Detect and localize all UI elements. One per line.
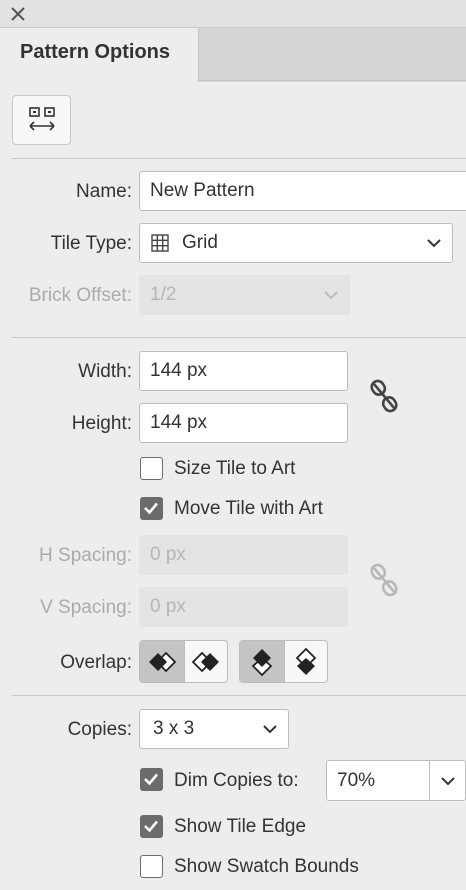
copies-value: 3 x 3 — [153, 718, 195, 739]
dim-copies-dropdown-button[interactable] — [429, 760, 466, 801]
dim-copies-value: 70% — [337, 769, 376, 791]
h-spacing-field: 0 px — [139, 535, 348, 575]
tile-type-label: Tile Type: — [50, 233, 132, 254]
checkmark-icon — [144, 502, 158, 515]
grid-icon — [151, 234, 169, 252]
overlap-vertical-group — [239, 640, 328, 683]
section-divider — [12, 695, 466, 696]
tile-type-select[interactable]: Grid — [139, 223, 453, 263]
show-swatch-bounds-checkbox[interactable] — [140, 855, 163, 878]
h-spacing-label: H Spacing: — [39, 545, 132, 566]
dim-copies-value-field[interactable]: 70% — [326, 760, 430, 801]
top-in-front-icon — [251, 648, 273, 676]
checkmark-icon — [144, 820, 158, 833]
overlap-label: Overlap: — [60, 652, 132, 673]
right-in-front-icon — [191, 651, 219, 672]
tab-strip: Pattern Options — [0, 28, 466, 82]
move-tile-with-art-label: Move Tile with Art — [174, 498, 323, 519]
broken-link-icon — [366, 560, 402, 600]
overlap-horizontal-group — [139, 640, 228, 683]
chevron-down-icon — [263, 725, 277, 734]
section-divider — [12, 337, 466, 338]
height-label: Height: — [71, 413, 132, 434]
width-label: Width: — [78, 361, 132, 382]
size-tile-to-art-checkbox[interactable] — [140, 457, 163, 480]
right-in-front-button[interactable] — [183, 641, 228, 682]
move-tile-with-art-checkbox[interactable] — [140, 497, 163, 520]
v-spacing-field: 0 px — [139, 587, 348, 627]
close-icon[interactable] — [9, 5, 27, 23]
checkmark-icon — [144, 773, 158, 786]
dim-copies-label: Dim Copies to: — [174, 770, 299, 791]
pattern-tile-tool-icon — [28, 107, 55, 131]
tile-type-value: Grid — [182, 232, 218, 253]
chevron-down-icon — [427, 239, 441, 248]
width-field[interactable]: 144 px — [139, 351, 348, 391]
brick-offset-select: 1/2 — [139, 275, 350, 315]
brick-offset-value: 1/2 — [150, 284, 177, 305]
tab-strip-border — [199, 80, 466, 81]
show-tile-edge-label: Show Tile Edge — [174, 816, 307, 837]
size-tile-to-art-label: Size Tile to Art — [174, 458, 296, 479]
section-divider — [12, 158, 466, 159]
dim-copies-checkbox[interactable] — [140, 768, 163, 791]
brick-offset-label: Brick Offset: — [28, 285, 132, 306]
tab-pattern-options[interactable]: Pattern Options — [0, 28, 199, 82]
left-in-front-icon — [148, 651, 177, 672]
name-field[interactable]: New Pattern — [139, 171, 466, 211]
name-label: Name: — [76, 181, 132, 202]
chevron-down-icon — [440, 776, 455, 785]
v-spacing-label: V Spacing: — [40, 597, 132, 618]
copies-select[interactable]: 3 x 3 — [139, 709, 289, 749]
chevron-down-icon — [324, 291, 338, 300]
pattern-tile-tool-button[interactable] — [12, 95, 71, 145]
bottom-in-front-button[interactable] — [283, 641, 328, 682]
bottom-in-front-icon — [295, 647, 317, 675]
copies-label: Copies: — [67, 719, 132, 740]
top-in-front-button[interactable] — [240, 641, 284, 682]
show-tile-edge-checkbox[interactable] — [140, 815, 163, 838]
panel-titlebar — [0, 0, 466, 28]
broken-link-icon[interactable] — [366, 376, 402, 416]
left-in-front-button[interactable] — [140, 641, 184, 682]
height-field[interactable]: 144 px — [139, 403, 348, 443]
show-swatch-bounds-label: Show Swatch Bounds — [174, 856, 359, 877]
